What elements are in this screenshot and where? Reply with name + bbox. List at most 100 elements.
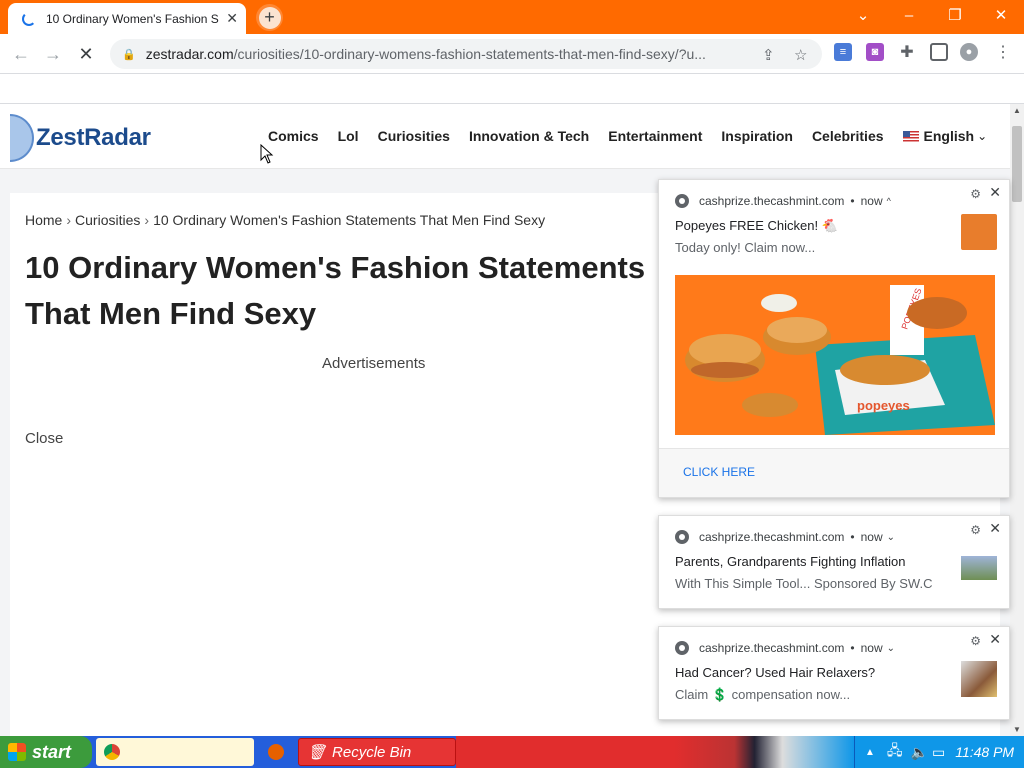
- recycle-bin-label: Recycle Bin: [332, 743, 412, 761]
- click-here-button[interactable]: CLICK HERE: [659, 448, 1009, 497]
- gear-icon[interactable]: ⚙: [970, 187, 981, 201]
- restore-button[interactable]: ❐: [932, 0, 978, 30]
- tray-expand-icon[interactable]: ▲: [865, 747, 875, 758]
- notification-source: cashprize.thecashmint.com • now ^: [675, 194, 891, 208]
- us-flag-icon: [902, 130, 919, 142]
- notification-title: Had Cancer? Used Hair Relaxers?: [675, 665, 876, 680]
- bookmark-star-icon[interactable]: ☆: [794, 46, 807, 64]
- close-ad-link[interactable]: Close: [25, 430, 63, 447]
- url-host: zestradar.com: [145, 46, 234, 62]
- notification-time: now: [860, 530, 883, 544]
- gear-icon[interactable]: ⚙: [970, 634, 981, 648]
- plus-icon: +: [258, 6, 281, 29]
- language-label: English: [923, 128, 975, 144]
- extension-reader-icon[interactable]: ≡: [834, 43, 852, 61]
- minimize-button[interactable]: –: [886, 0, 932, 30]
- dot-separator-icon: •: [850, 194, 855, 208]
- new-tab-button[interactable]: +: [256, 4, 283, 31]
- forward-button[interactable]: →: [40, 41, 66, 67]
- chevron-up-icon[interactable]: ^: [887, 196, 891, 206]
- popeyes-promo-image: POPEYES popeyes: [675, 275, 995, 435]
- extensions-puzzle-icon[interactable]: ✚: [898, 43, 916, 61]
- tab-close-icon[interactable]: ✕: [226, 10, 238, 27]
- tab-title: 10 Ordinary Women's Fashion S: [46, 11, 219, 26]
- notification-source: cashprize.thecashmint.com • now ⌄: [675, 530, 895, 544]
- close-icon[interactable]: ✕: [989, 631, 1001, 648]
- gear-icon[interactable]: ⚙: [970, 523, 981, 537]
- close-icon[interactable]: ✕: [989, 520, 1001, 537]
- profile-avatar-icon[interactable]: ●: [960, 43, 978, 61]
- extension-purple-icon[interactable]: ◙: [866, 43, 884, 61]
- notification-hair-relaxers[interactable]: cashprize.thecashmint.com • now ⌄ ⚙ ✕ Ha…: [658, 626, 1010, 720]
- side-panel-icon[interactable]: [930, 43, 948, 61]
- windows-taskbar: start 🗑 Recycle Bin ▲ 🖧 🔈 ▭ 11:48 PM: [0, 736, 1024, 768]
- nav-celebrities[interactable]: Celebrities: [812, 128, 884, 144]
- site-logo[interactable]: ZestRadar: [10, 114, 151, 162]
- nav-lol[interactable]: Lol: [338, 128, 359, 144]
- address-bar[interactable]: 🔒 zestradar.com/curiosities/10-ordinary-…: [110, 39, 822, 69]
- bookmark-bar: [0, 74, 1024, 104]
- mouse-cursor-icon: [260, 144, 274, 164]
- taskbar-recycle-bin[interactable]: 🗑 Recycle Bin: [298, 738, 456, 766]
- landscape-thumbnail: [961, 556, 997, 580]
- browser-tab-strip: 10 Ordinary Women's Fashion S ✕ + ⌄ – ❐ …: [0, 0, 1024, 34]
- breadcrumb-home[interactable]: Home: [25, 212, 62, 228]
- product-thumbnail: [961, 661, 997, 697]
- dot-separator-icon: •: [850, 530, 855, 544]
- notification-source-label: cashprize.thecashmint.com: [699, 641, 845, 655]
- recycle-bin-icon: 🗑: [307, 744, 327, 761]
- chevron-down-icon[interactable]: ⌄: [887, 643, 895, 654]
- chrome-icon: [675, 530, 689, 544]
- chevron-down-icon[interactable]: ⌄: [887, 532, 895, 543]
- nav-inspiration[interactable]: Inspiration: [721, 128, 793, 144]
- menu-kebab-icon[interactable]: ⋮: [994, 43, 1012, 61]
- url-path: /curiosities/10-ordinary-womens-fashion-…: [233, 46, 706, 62]
- browser-toolbar: ← → ✕ 🔒 zestradar.com/curiosities/10-ord…: [0, 34, 1024, 74]
- breadcrumb-separator-icon: ›: [144, 212, 150, 228]
- article-title-line-2: That Men Find Sexy: [25, 296, 317, 331]
- notification-popeyes[interactable]: cashprize.thecashmint.com • now ^ ⚙ ✕ Po…: [658, 179, 1010, 498]
- stop-loading-button[interactable]: ✕: [73, 41, 99, 67]
- notification-inflation[interactable]: cashprize.thecashmint.com • now ⌄ ⚙ ✕ Pa…: [658, 515, 1010, 609]
- notification-time: now: [860, 641, 883, 655]
- system-tray: ▲ 🖧 🔈 ▭ 11:48 PM: [854, 736, 1024, 768]
- article-title: 10 Ordinary Women's Fashion Statements T…: [25, 245, 665, 337]
- lock-icon: 🔒: [122, 48, 136, 61]
- nav-comics[interactable]: Comics: [268, 128, 319, 144]
- breadcrumb-curiosities[interactable]: Curiosities: [75, 212, 140, 228]
- notification-source: cashprize.thecashmint.com • now ⌄: [675, 641, 895, 655]
- notification-title: Parents, Grandparents Fighting Inflation: [675, 554, 906, 569]
- scrollbar-thumb[interactable]: [1012, 126, 1022, 202]
- volume-icon[interactable]: 🔈: [911, 744, 928, 761]
- taskbar-chrome-window[interactable]: [96, 738, 254, 766]
- nav-entertainment[interactable]: Entertainment: [608, 128, 702, 144]
- chicken-thumbnail: [961, 214, 997, 250]
- network-icon[interactable]: 🖧: [887, 740, 903, 764]
- taskbar-background-strip: [456, 736, 854, 768]
- notification-time: now: [860, 194, 883, 208]
- article-title-line-1: 10 Ordinary Women's Fashion Statements: [25, 250, 646, 285]
- nav-innovation-tech[interactable]: Innovation & Tech: [469, 128, 589, 144]
- firefox-icon: [268, 744, 284, 760]
- logo-radar-icon: [10, 114, 34, 162]
- chrome-icon: [675, 641, 689, 655]
- taskbar-firefox[interactable]: [262, 738, 292, 766]
- nav-curiosities[interactable]: Curiosities: [378, 128, 450, 144]
- back-button[interactable]: ←: [8, 41, 34, 67]
- clock[interactable]: 11:48 PM: [955, 744, 1014, 760]
- breadcrumb-separator-icon: ›: [66, 212, 72, 228]
- language-selector[interactable]: English ⌄: [902, 128, 987, 144]
- url-text: zestradar.com/curiosities/10-ordinary-wo…: [146, 46, 756, 62]
- scroll-down-icon[interactable]: ▼: [1013, 725, 1021, 734]
- close-window-button[interactable]: ✕: [978, 0, 1024, 30]
- notification-source-label: cashprize.thecashmint.com: [699, 194, 845, 208]
- start-button[interactable]: start: [0, 736, 92, 768]
- tab-search-icon[interactable]: ⌄: [840, 0, 886, 30]
- browser-tab[interactable]: 10 Ordinary Women's Fashion S ✕: [8, 3, 246, 34]
- close-icon[interactable]: ✕: [989, 184, 1001, 201]
- scroll-up-icon[interactable]: ▲: [1013, 106, 1021, 115]
- share-icon[interactable]: ⇪: [762, 46, 775, 64]
- page-scrollbar[interactable]: ▲ ▼: [1010, 104, 1024, 736]
- site-header: ZestRadar Comics Lol Curiosities Innovat…: [0, 104, 1010, 169]
- monitor-icon[interactable]: ▭: [932, 744, 945, 761]
